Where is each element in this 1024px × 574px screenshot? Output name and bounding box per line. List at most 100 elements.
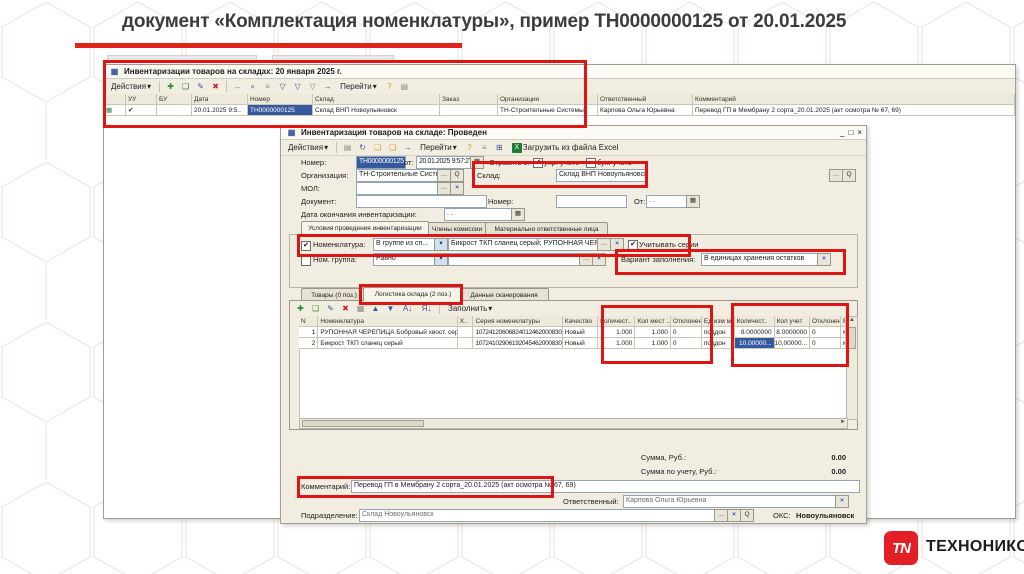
mol-field[interactable] bbox=[356, 182, 442, 195]
col-series[interactable]: Серия номенклатуры bbox=[473, 316, 563, 327]
filter-icon[interactable]: ▽ bbox=[276, 81, 289, 93]
minimize-icon[interactable]: _ bbox=[840, 128, 844, 137]
sort-asc-icon[interactable]: А↓ bbox=[399, 303, 416, 315]
col-unit[interactable]: Ед изм м.. bbox=[701, 316, 735, 327]
date-field[interactable]: 20.01.2025 9:57:27 bbox=[416, 156, 474, 169]
column-header-number[interactable]: Номер bbox=[248, 94, 313, 105]
reread-icon[interactable]: ↻ bbox=[356, 142, 369, 154]
chevron-down-icon[interactable]: ▾ bbox=[434, 238, 448, 251]
doc-from-field[interactable]: . . bbox=[646, 195, 690, 208]
col-n[interactable]: N bbox=[299, 316, 319, 327]
department-dots-icon[interactable]: … bbox=[714, 509, 728, 522]
nomenclature-dots-icon[interactable]: … bbox=[597, 238, 611, 251]
col-qty-acc[interactable]: Кол учет bbox=[774, 316, 811, 327]
nomenclature-clear-icon[interactable]: × bbox=[610, 238, 624, 251]
move-down-icon[interactable]: ▼ bbox=[384, 303, 397, 315]
col-nomenclature[interactable]: Номенклатура bbox=[318, 316, 458, 327]
nomenclature-checkbox[interactable]: ✔ bbox=[301, 241, 311, 251]
calendar-icon[interactable]: ▦ bbox=[470, 156, 484, 169]
print-icon[interactable]: ▤ bbox=[341, 142, 354, 154]
maximize-icon[interactable]: □ bbox=[848, 128, 853, 137]
nomenclature-condition-select[interactable]: В группе из сп... bbox=[373, 238, 439, 251]
vertical-scrollbar[interactable]: ▲ bbox=[846, 316, 858, 420]
fill-variant-clear-icon[interactable]: × bbox=[817, 253, 831, 266]
fill-variant-field[interactable]: В единицах хранения остатков bbox=[701, 253, 819, 266]
column-header-order[interactable]: Заказ bbox=[440, 94, 498, 105]
org-dots-icon[interactable]: … bbox=[437, 169, 451, 182]
scroll-up-icon[interactable]: ▲ bbox=[849, 317, 855, 323]
cell-number-selected[interactable]: ТН0000000125 bbox=[248, 105, 313, 116]
scroll-thumb[interactable] bbox=[848, 327, 856, 349]
copy-icon[interactable]: ❏ bbox=[179, 81, 192, 93]
go-menu[interactable]: Перейти ▾ bbox=[336, 79, 381, 94]
comment-field[interactable]: Перевод ГП в Мембрану 2 сорта_20.01.2025… bbox=[351, 480, 860, 493]
column-header-warehouse[interactable]: Склад bbox=[313, 94, 440, 105]
org-search-icon[interactable]: Q bbox=[450, 169, 464, 182]
move-up-icon[interactable]: ▲ bbox=[369, 303, 382, 315]
delete-icon[interactable]: ✖ bbox=[209, 81, 222, 93]
end-date-field[interactable]: . . bbox=[444, 208, 515, 221]
calendar-icon[interactable]: ▦ bbox=[511, 208, 525, 221]
load-from-excel-button[interactable]: X Загрузить из файла Excel bbox=[508, 140, 623, 155]
add-icon[interactable]: ✚ bbox=[164, 81, 177, 93]
department-search-icon[interactable]: Q bbox=[740, 509, 754, 522]
actions-menu[interactable]: Действия ▾ bbox=[107, 79, 155, 94]
number-field[interactable]: ТН0000000125 bbox=[356, 156, 406, 169]
copy-settings-icon[interactable]: ❏ bbox=[371, 142, 384, 154]
col-places[interactable]: Кол мест .. bbox=[635, 316, 671, 327]
mol-dots-icon[interactable]: … bbox=[437, 182, 451, 195]
list-icon[interactable]: ≡ bbox=[478, 142, 491, 154]
department-field[interactable]: Склад Новоульяновск bbox=[359, 509, 719, 522]
fill-menu[interactable]: Заполнить ▾ bbox=[444, 301, 496, 316]
responsible-field[interactable]: Карпова Ольга Юрьевна bbox=[623, 495, 839, 508]
tab-inventory-conditions[interactable]: Условия проведения инвентаризации bbox=[301, 221, 429, 235]
selected-cell[interactable]: 10,00000... bbox=[734, 338, 775, 349]
column-header-comment[interactable]: Комментарий bbox=[693, 94, 1015, 105]
group-clear-icon[interactable]: × bbox=[592, 253, 606, 266]
mgmt-accounting-checkbox[interactable]: ✔ bbox=[533, 158, 543, 168]
col-deviation[interactable]: Отклонен.. bbox=[670, 316, 702, 327]
group-condition-select[interactable]: Равно bbox=[373, 253, 439, 266]
doc-number-field[interactable] bbox=[556, 195, 627, 208]
find-icon[interactable]: ⌕ bbox=[246, 81, 259, 93]
filter-by-value-icon[interactable]: ▽ bbox=[291, 81, 304, 93]
delete-icon[interactable]: ✖ bbox=[339, 303, 352, 315]
mol-clear-icon[interactable]: × bbox=[450, 182, 464, 195]
edit-icon[interactable]: ✎ bbox=[324, 303, 337, 315]
resize-icon[interactable]: ↔ bbox=[231, 81, 244, 93]
warehouse-search-icon[interactable]: Q bbox=[842, 169, 856, 182]
table-row[interactable]: ▦ ✔ 20.01.2025 9:5.. ТН0000000125 Склад … bbox=[104, 105, 1015, 116]
col-qty2[interactable]: Количест.. bbox=[734, 316, 775, 327]
scroll-right-icon[interactable]: ► bbox=[840, 419, 846, 425]
col-deviation2[interactable]: Отклонен.. bbox=[810, 316, 842, 327]
calendar-icon[interactable]: ▦ bbox=[686, 195, 700, 208]
save-settings-icon[interactable]: ❏ bbox=[386, 142, 399, 154]
column-header-responsible[interactable]: Ответственный bbox=[598, 94, 693, 105]
print-icon[interactable]: ▤ bbox=[398, 81, 411, 93]
structure-icon[interactable]: ⊞ bbox=[493, 142, 506, 154]
table-row[interactable]: 2 Бикрост ТКП сланец серый 1072410290619… bbox=[299, 338, 847, 349]
add-icon[interactable]: ✚ bbox=[294, 303, 307, 315]
column-header-date[interactable]: Дата bbox=[192, 94, 248, 105]
actions-menu[interactable]: Действия ▾ bbox=[284, 140, 332, 155]
horizontal-scrollbar[interactable]: ► bbox=[299, 418, 848, 429]
group-dots-icon[interactable]: … bbox=[579, 253, 593, 266]
sort-desc-icon[interactable]: Я↓ bbox=[418, 303, 435, 315]
go-icon[interactable]: → bbox=[401, 142, 414, 154]
filter-clear-icon[interactable]: ▽ bbox=[306, 81, 319, 93]
group-checkbox[interactable] bbox=[301, 256, 311, 266]
close-icon[interactable]: × bbox=[857, 128, 862, 137]
go-menu[interactable]: Перейти ▾ bbox=[416, 140, 461, 155]
grid-icon[interactable]: ▦ bbox=[354, 303, 367, 315]
department-clear-icon[interactable]: × bbox=[727, 509, 741, 522]
col-qty[interactable]: Количест.. bbox=[598, 316, 636, 327]
col-x[interactable]: Х.. bbox=[457, 316, 474, 327]
column-header-org[interactable]: Организация bbox=[498, 94, 598, 105]
help-icon[interactable]: ? bbox=[463, 142, 476, 154]
chevron-down-icon[interactable]: ▾ bbox=[434, 253, 448, 266]
org-field[interactable]: ТН-Строительные Системы bbox=[356, 169, 442, 182]
list-settings-icon[interactable]: ≡ bbox=[261, 81, 274, 93]
col-quality[interactable]: Качество bbox=[562, 316, 599, 327]
warehouse-dots-icon[interactable]: … bbox=[829, 169, 843, 182]
scroll-thumb[interactable] bbox=[302, 420, 424, 427]
